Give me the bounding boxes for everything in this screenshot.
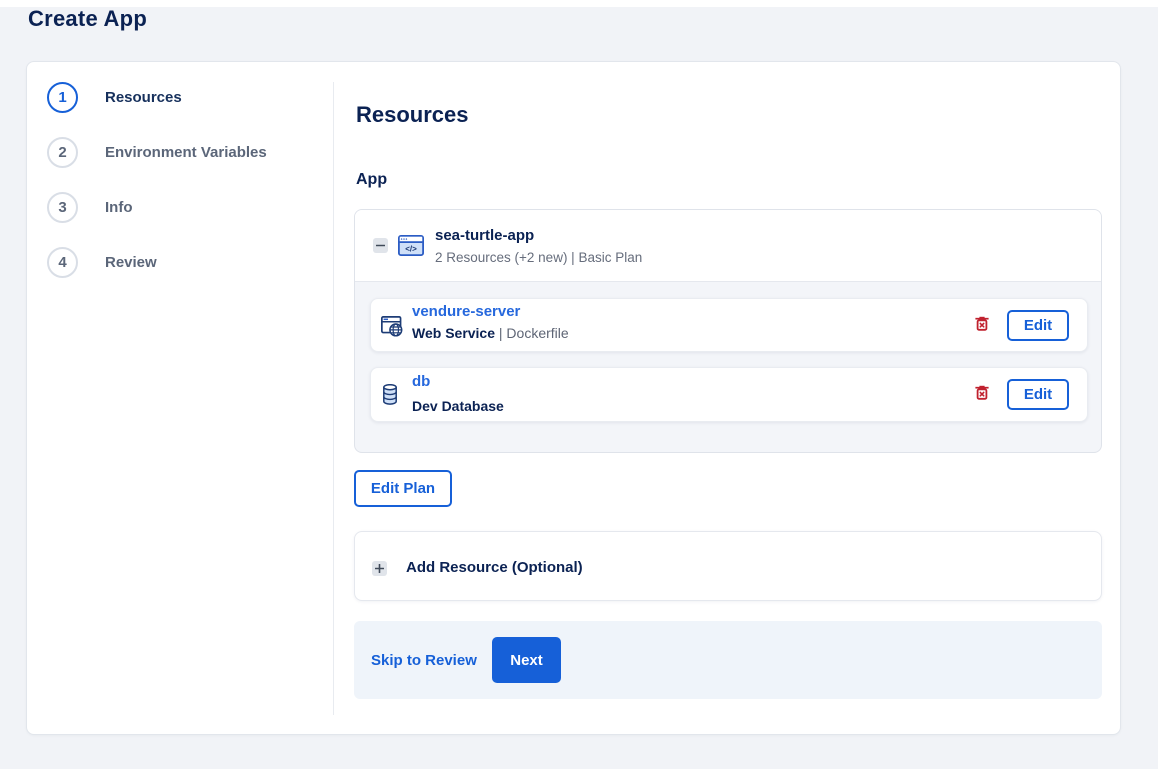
svg-text:</>: </> [405, 245, 417, 254]
